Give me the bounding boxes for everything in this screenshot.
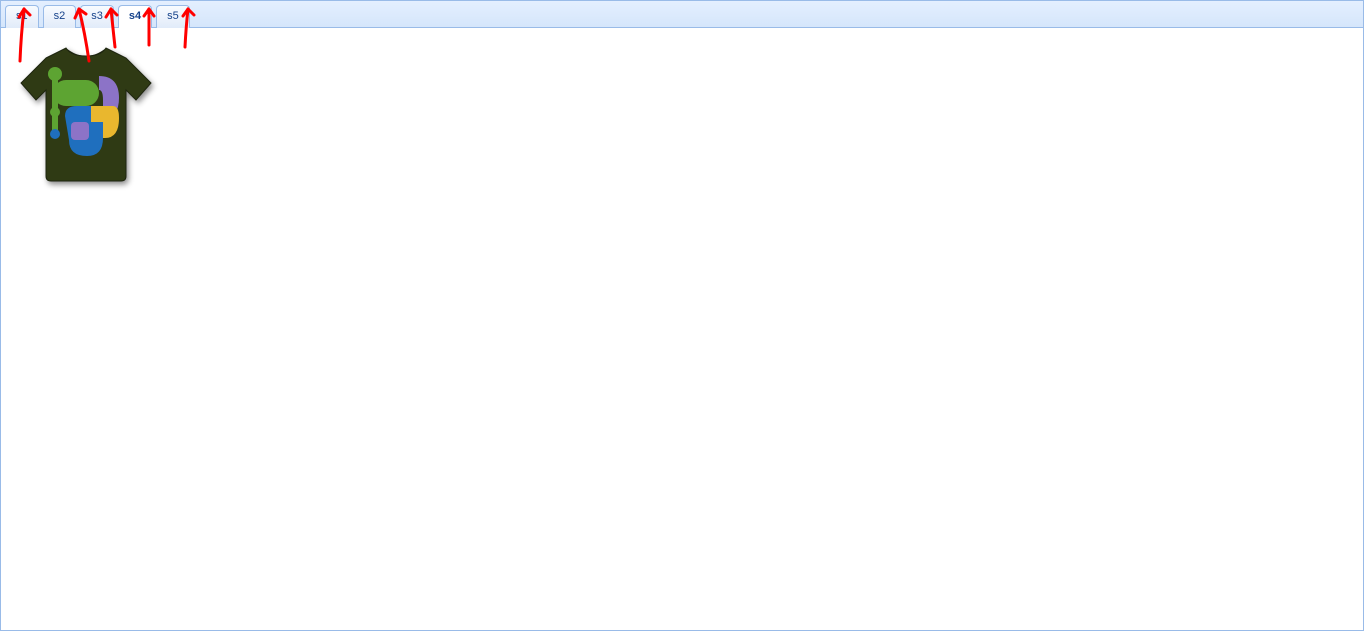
tab-panel: s1 s2 s3 s4 s5 xyxy=(0,0,1364,631)
tab-s2[interactable]: s2 xyxy=(43,5,77,28)
tab-s4[interactable]: s4 xyxy=(118,5,152,28)
tab-strip: s1 s2 s3 s4 s5 xyxy=(1,1,1363,28)
tab-content xyxy=(1,28,1363,630)
tshirt-image xyxy=(11,38,161,191)
tab-s3[interactable]: s3 xyxy=(80,5,114,28)
tab-s1[interactable]: s1 xyxy=(5,5,39,28)
tab-s5[interactable]: s5 xyxy=(156,5,190,28)
